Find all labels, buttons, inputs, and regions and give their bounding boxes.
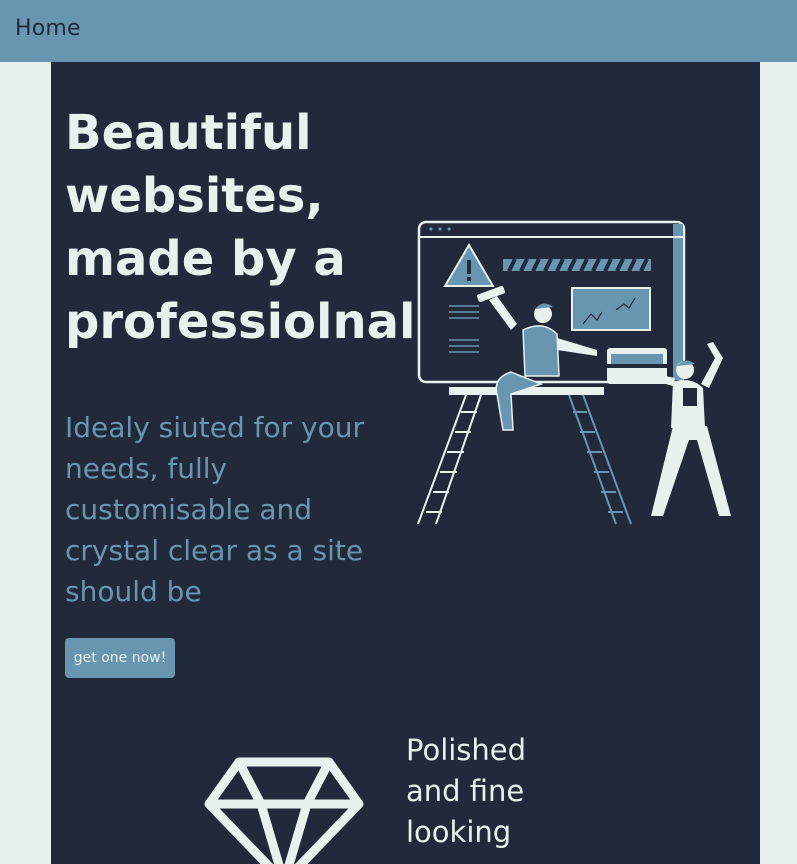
home-link[interactable]: Home <box>15 16 81 41</box>
gem-icon <box>204 757 364 864</box>
get-one-now-button[interactable]: get one now! <box>65 638 175 678</box>
top-nav-bar: Home <box>0 0 797 62</box>
hero-subtitle: Idealy siuted for your needs, fully cust… <box>65 411 365 608</box>
main-panel: Beautiful websites, made by a professiol… <box>51 62 760 864</box>
construction-illustration <box>417 220 731 525</box>
feature-title-polished: Polished and fine looking <box>406 733 527 849</box>
hero-title: Beautiful websites, made by a professiol… <box>65 105 416 350</box>
